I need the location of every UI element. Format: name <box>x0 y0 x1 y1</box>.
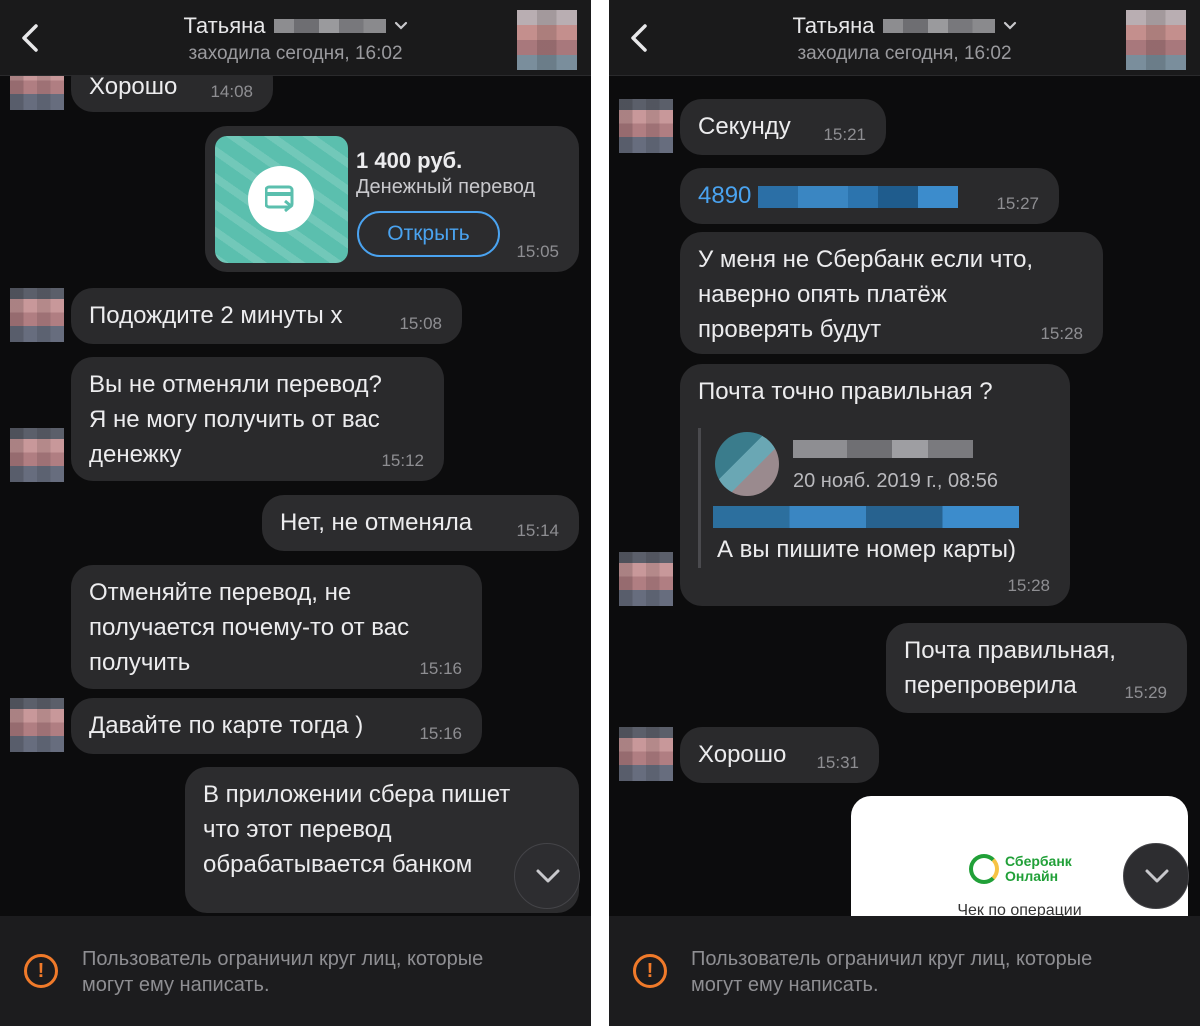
blurred-card-digits <box>758 185 959 208</box>
message-text: Вы не отменяли перевод? Я не могу получи… <box>89 371 382 468</box>
forwarded-message[interactable]: 20 нояб. 2019 г., 08:56 А вы пишите номе… <box>698 428 1058 568</box>
scroll-down-button[interactable] <box>514 843 580 909</box>
message-time: 15:31 <box>816 753 859 772</box>
message-incoming[interactable]: Хорошо 15:31 <box>680 727 879 783</box>
contact-name: Татьяна <box>183 13 266 39</box>
message-incoming[interactable]: Почта точно правильная ? 20 нояб. 2019 г… <box>680 364 1070 606</box>
message-text: Подождите 2 минуты х <box>89 302 343 329</box>
restriction-footer: ! Пользователь ограничил круг лиц, котор… <box>0 916 591 1026</box>
blurred-link <box>713 506 1019 528</box>
message-time: 15:14 <box>516 521 559 540</box>
contact-title[interactable]: Татьяна <box>0 12 591 39</box>
restriction-notice: Пользователь ограничил круг лиц, которые… <box>82 948 484 996</box>
open-transfer-button[interactable]: Открыть <box>357 211 500 257</box>
chat-header: Татьяна заходила сегодня, 16:02 <box>0 0 591 76</box>
chevron-down-icon <box>1003 22 1016 30</box>
avatar[interactable] <box>619 727 673 781</box>
avatar[interactable] <box>10 428 64 482</box>
message-text: Почта точно правильная ? <box>698 378 993 405</box>
blurred-sender-name <box>793 440 973 458</box>
message-text: У меня не Сбербанк если что, наверно опя… <box>698 246 1034 343</box>
message-incoming[interactable]: 4890 15:27 <box>680 168 1059 224</box>
warning-icon: ! <box>633 954 667 988</box>
chevron-down-icon <box>394 22 407 30</box>
message-time: 15:28 <box>1040 324 1083 343</box>
message-incoming[interactable]: Секунду 15:21 <box>680 99 886 155</box>
message-time: 15:16 <box>419 659 462 678</box>
message-time: 15:27 <box>996 194 1039 213</box>
message-outgoing[interactable]: Нет, не отменяла 15:14 <box>262 495 579 551</box>
sberbank-logo-icon <box>969 854 999 884</box>
contact-avatar[interactable] <box>517 10 577 70</box>
money-image <box>215 136 348 263</box>
message-incoming[interactable]: Отменяйте перевод, не получается почему-… <box>71 565 482 689</box>
avatar <box>715 432 779 496</box>
chat-panel-right: Татьяна заходила сегодня, 16:02 Секунду … <box>609 0 1200 1026</box>
chat-panel-left: Татьяна заходила сегодня, 16:02 Хорошо 1… <box>0 0 591 1026</box>
message-text: Давайте по карте тогда ) <box>89 712 364 739</box>
transfer-amount: 1 400 руб. <box>356 148 463 173</box>
contact-title[interactable]: Татьяна <box>609 12 1200 39</box>
message-time: 14:08 <box>210 82 253 101</box>
restriction-notice: Пользователь ограничил круг лиц, которые… <box>691 948 1093 996</box>
avatar[interactable] <box>619 552 673 606</box>
message-text: В приложении сбера пишет что этот перево… <box>203 781 511 878</box>
message-time: 15:28 <box>1007 576 1050 595</box>
money-transfer-card[interactable]: 1 400 руб. Денежный перевод Открыть 15:0… <box>205 126 579 272</box>
message-incoming[interactable]: Давайте по карте тогда ) 15:16 <box>71 698 482 754</box>
message-incoming[interactable]: Вы не отменяли перевод? Я не могу получи… <box>71 357 444 481</box>
avatar[interactable] <box>10 288 64 342</box>
message-outgoing[interactable]: Почта правильная, перепроверила 15:29 <box>886 623 1187 713</box>
receipt-brand: Сбербанк Онлайн <box>1005 853 1072 884</box>
message-text: Отменяйте перевод, не получается почему-… <box>89 579 410 676</box>
card-transfer-icon <box>248 166 314 232</box>
blurred-surname <box>273 19 386 34</box>
forwarded-date: 20 нояб. 2019 г., 08:56 <box>793 470 998 492</box>
message-incoming[interactable]: Подождите 2 минуты х 15:08 <box>71 288 462 344</box>
message-time: 15:12 <box>381 451 424 470</box>
scroll-down-icon <box>1145 869 1169 883</box>
message-time: 15:08 <box>399 314 442 333</box>
message-time: 15:16 <box>419 724 462 743</box>
chat-header: Татьяна заходила сегодня, 16:02 <box>609 0 1200 76</box>
message-time: 15:05 <box>516 242 559 261</box>
last-seen-status: заходила сегодня, 16:02 <box>188 43 403 64</box>
card-number-link[interactable]: 4890 <box>698 178 1041 213</box>
contact-avatar[interactable] <box>1126 10 1186 70</box>
restriction-footer: ! Пользователь ограничил круг лиц, котор… <box>609 916 1200 1026</box>
contact-name: Татьяна <box>792 13 875 39</box>
message-text: 4890 <box>698 182 752 209</box>
last-seen-status: заходила сегодня, 16:02 <box>797 43 1012 64</box>
message-time: 15:29 <box>1124 683 1167 702</box>
warning-icon: ! <box>24 954 58 988</box>
avatar[interactable] <box>10 698 64 752</box>
message-incoming[interactable]: У меня не Сбербанк если что, наверно опя… <box>680 232 1103 354</box>
scroll-down-button[interactable] <box>1123 843 1189 909</box>
blurred-surname <box>882 19 995 34</box>
message-time: 15:21 <box>823 125 866 144</box>
avatar[interactable] <box>619 99 673 153</box>
scroll-down-icon <box>536 869 560 883</box>
transfer-label: Денежный перевод <box>356 176 536 198</box>
forwarded-text: А вы пишите номер карты) <box>717 536 1017 563</box>
